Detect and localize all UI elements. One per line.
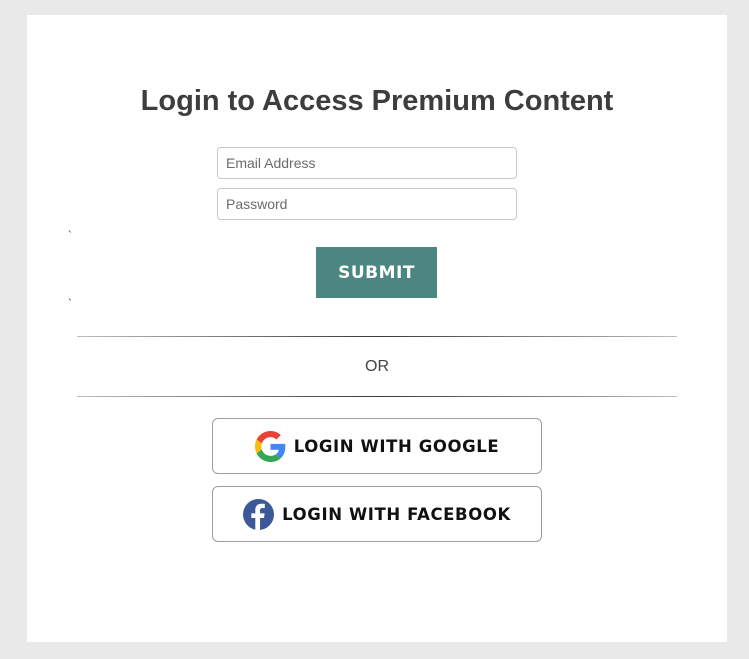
submit-button[interactable]: SUBMIT: [316, 247, 437, 298]
login-with-google-button[interactable]: LOGIN WITH GOOGLE: [212, 418, 542, 474]
page-title: Login to Access Premium Content: [140, 85, 614, 117]
email-field[interactable]: [217, 147, 517, 179]
divider: [77, 336, 677, 337]
login-card: Login to Access Premium Content ` SUBMIT…: [27, 15, 727, 642]
password-field[interactable]: [217, 188, 517, 220]
login-with-google-label: LOGIN WITH GOOGLE: [293, 436, 500, 456]
divider: [77, 396, 677, 397]
or-separator-text: OR: [365, 358, 389, 375]
login-with-facebook-label: LOGIN WITH FACEBOOK: [282, 504, 511, 524]
stray-backtick: `: [67, 229, 74, 242]
stray-backtick: `: [67, 297, 74, 310]
login-with-facebook-button[interactable]: LOGIN WITH FACEBOOK: [212, 486, 542, 542]
facebook-logo-icon: [243, 498, 275, 530]
google-logo-icon: [254, 430, 286, 462]
